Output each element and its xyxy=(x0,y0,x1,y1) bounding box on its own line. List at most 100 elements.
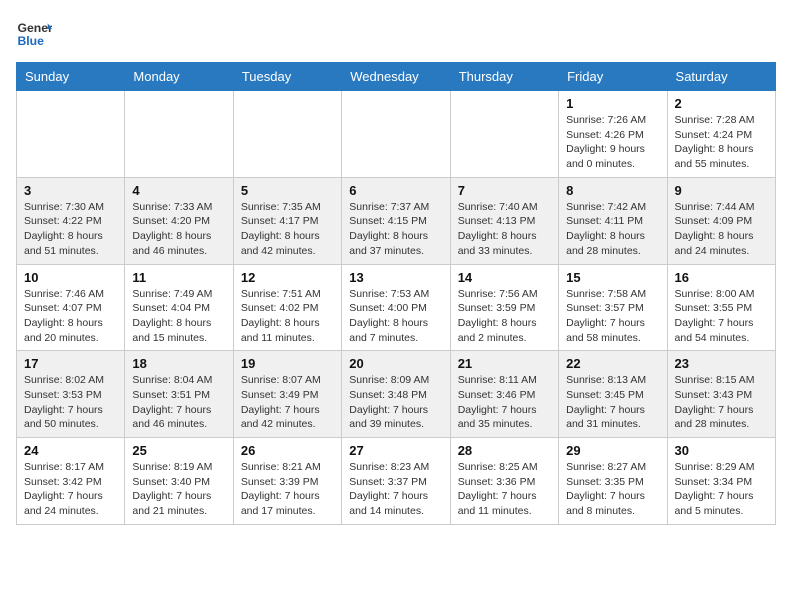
day-info: Sunrise: 7:33 AM Sunset: 4:20 PM Dayligh… xyxy=(132,200,225,259)
day-info: Sunrise: 7:30 AM Sunset: 4:22 PM Dayligh… xyxy=(24,200,117,259)
svg-text:Blue: Blue xyxy=(17,34,44,48)
day-number: 17 xyxy=(24,356,117,371)
calendar-cell xyxy=(17,91,125,178)
calendar-cell: 17 Sunrise: 8:02 AM Sunset: 3:53 PM Dayli… xyxy=(17,351,125,438)
day-number: 21 xyxy=(458,356,551,371)
day-info: Sunrise: 8:19 AM Sunset: 3:40 PM Dayligh… xyxy=(132,460,225,519)
day-number: 15 xyxy=(566,270,659,285)
day-number: 29 xyxy=(566,443,659,458)
day-number: 6 xyxy=(349,183,442,198)
day-number: 5 xyxy=(241,183,334,198)
day-number: 28 xyxy=(458,443,551,458)
calendar-cell xyxy=(342,91,450,178)
day-number: 12 xyxy=(241,270,334,285)
week-row-2: 3 Sunrise: 7:30 AM Sunset: 4:22 PM Daylig… xyxy=(17,177,776,264)
day-info: Sunrise: 8:17 AM Sunset: 3:42 PM Dayligh… xyxy=(24,460,117,519)
day-number: 20 xyxy=(349,356,442,371)
calendar-cell: 11Sunrise: 7:49 AM Sunset: 4:04 PM Dayli… xyxy=(125,264,233,351)
calendar-cell: 16 Sunrise: 8:00 AM Sunset: 3:55 PM Dayli… xyxy=(667,264,775,351)
day-info: Sunrise: 7:28 AM Sunset: 4:24 PM Dayligh… xyxy=(675,113,768,172)
day-number: 23 xyxy=(675,356,768,371)
weekday-header-saturday: Saturday xyxy=(667,63,775,91)
calendar-cell: 29Sunrise: 8:27 AM Sunset: 3:35 PM Dayli… xyxy=(559,438,667,525)
calendar-cell: 25 Sunrise: 8:19 AM Sunset: 3:40 PM Dayli… xyxy=(125,438,233,525)
calendar-cell: 3 Sunrise: 7:30 AM Sunset: 4:22 PM Daylig… xyxy=(17,177,125,264)
calendar-cell: 12 Sunrise: 7:51 AM Sunset: 4:02 PM Dayli… xyxy=(233,264,341,351)
day-number: 22 xyxy=(566,356,659,371)
day-info: Sunrise: 8:02 AM Sunset: 3:53 PM Dayligh… xyxy=(24,373,117,432)
day-number: 9 xyxy=(675,183,768,198)
day-info: Sunrise: 7:51 AM Sunset: 4:02 PM Dayligh… xyxy=(241,287,334,346)
calendar-cell: 7Sunrise: 7:40 AM Sunset: 4:13 PM Daylig… xyxy=(450,177,558,264)
day-info: Sunrise: 8:21 AM Sunset: 3:39 PM Dayligh… xyxy=(241,460,334,519)
day-number: 10 xyxy=(24,270,117,285)
day-number: 4 xyxy=(132,183,225,198)
day-info: Sunrise: 7:56 AM Sunset: 3:59 PM Dayligh… xyxy=(458,287,551,346)
day-info: Sunrise: 8:04 AM Sunset: 3:51 PM Dayligh… xyxy=(132,373,225,432)
day-info: Sunrise: 7:42 AM Sunset: 4:11 PM Dayligh… xyxy=(566,200,659,259)
calendar-cell: 26 Sunrise: 8:21 AM Sunset: 3:39 PM Dayli… xyxy=(233,438,341,525)
week-row-4: 17 Sunrise: 8:02 AM Sunset: 3:53 PM Dayli… xyxy=(17,351,776,438)
day-info: Sunrise: 7:26 AM Sunset: 4:26 PM Dayligh… xyxy=(566,113,659,172)
day-number: 1 xyxy=(566,96,659,111)
calendar-cell xyxy=(233,91,341,178)
calendar-cell: 4 Sunrise: 7:33 AM Sunset: 4:20 PM Daylig… xyxy=(125,177,233,264)
weekday-header-thursday: Thursday xyxy=(450,63,558,91)
calendar-cell: 15Sunrise: 7:58 AM Sunset: 3:57 PM Dayli… xyxy=(559,264,667,351)
day-number: 24 xyxy=(24,443,117,458)
day-info: Sunrise: 8:15 AM Sunset: 3:43 PM Dayligh… xyxy=(675,373,768,432)
day-number: 8 xyxy=(566,183,659,198)
calendar-cell: 30 Sunrise: 8:29 AM Sunset: 3:34 PM Dayli… xyxy=(667,438,775,525)
day-info: Sunrise: 8:25 AM Sunset: 3:36 PM Dayligh… xyxy=(458,460,551,519)
calendar-cell: 10Sunrise: 7:46 AM Sunset: 4:07 PM Dayli… xyxy=(17,264,125,351)
weekday-header-sunday: Sunday xyxy=(17,63,125,91)
calendar-cell: 27 Sunrise: 8:23 AM Sunset: 3:37 PM Dayli… xyxy=(342,438,450,525)
calendar-cell: 21 Sunrise: 8:11 AM Sunset: 3:46 PM Dayli… xyxy=(450,351,558,438)
day-info: Sunrise: 8:29 AM Sunset: 3:34 PM Dayligh… xyxy=(675,460,768,519)
weekday-header-friday: Friday xyxy=(559,63,667,91)
weekday-header-wednesday: Wednesday xyxy=(342,63,450,91)
page-header: General Blue xyxy=(16,16,776,52)
weekday-header-row: SundayMondayTuesdayWednesdayThursdayFrid… xyxy=(17,63,776,91)
calendar-cell: 23 Sunrise: 8:15 AM Sunset: 3:43 PM Dayli… xyxy=(667,351,775,438)
day-info: Sunrise: 7:49 AM Sunset: 4:04 PM Dayligh… xyxy=(132,287,225,346)
week-row-3: 10Sunrise: 7:46 AM Sunset: 4:07 PM Dayli… xyxy=(17,264,776,351)
day-info: Sunrise: 8:13 AM Sunset: 3:45 PM Dayligh… xyxy=(566,373,659,432)
day-info: Sunrise: 8:09 AM Sunset: 3:48 PM Dayligh… xyxy=(349,373,442,432)
day-number: 27 xyxy=(349,443,442,458)
calendar-table: SundayMondayTuesdayWednesdayThursdayFrid… xyxy=(16,62,776,525)
day-info: Sunrise: 7:44 AM Sunset: 4:09 PM Dayligh… xyxy=(675,200,768,259)
day-number: 13 xyxy=(349,270,442,285)
weekday-header-tuesday: Tuesday xyxy=(233,63,341,91)
day-number: 14 xyxy=(458,270,551,285)
calendar-cell: 6 Sunrise: 7:37 AM Sunset: 4:15 PM Daylig… xyxy=(342,177,450,264)
day-info: Sunrise: 7:37 AM Sunset: 4:15 PM Dayligh… xyxy=(349,200,442,259)
day-number: 7 xyxy=(458,183,551,198)
calendar-cell: 14 Sunrise: 7:56 AM Sunset: 3:59 PM Dayli… xyxy=(450,264,558,351)
calendar-cell: 28 Sunrise: 8:25 AM Sunset: 3:36 PM Dayli… xyxy=(450,438,558,525)
day-info: Sunrise: 8:00 AM Sunset: 3:55 PM Dayligh… xyxy=(675,287,768,346)
day-number: 19 xyxy=(241,356,334,371)
calendar-cell: 1 Sunrise: 7:26 AM Sunset: 4:26 PM Daylig… xyxy=(559,91,667,178)
calendar-cell: 5 Sunrise: 7:35 AM Sunset: 4:17 PM Daylig… xyxy=(233,177,341,264)
day-info: Sunrise: 7:35 AM Sunset: 4:17 PM Dayligh… xyxy=(241,200,334,259)
calendar-cell xyxy=(125,91,233,178)
calendar-cell: 18 Sunrise: 8:04 AM Sunset: 3:51 PM Dayli… xyxy=(125,351,233,438)
calendar-cell xyxy=(450,91,558,178)
calendar-cell: 9 Sunrise: 7:44 AM Sunset: 4:09 PM Daylig… xyxy=(667,177,775,264)
day-number: 2 xyxy=(675,96,768,111)
svg-text:General: General xyxy=(17,21,52,35)
week-row-1: 1 Sunrise: 7:26 AM Sunset: 4:26 PM Daylig… xyxy=(17,91,776,178)
day-number: 16 xyxy=(675,270,768,285)
day-number: 30 xyxy=(675,443,768,458)
logo-icon: General Blue xyxy=(16,16,52,52)
day-info: Sunrise: 8:11 AM Sunset: 3:46 PM Dayligh… xyxy=(458,373,551,432)
day-number: 26 xyxy=(241,443,334,458)
day-number: 18 xyxy=(132,356,225,371)
day-info: Sunrise: 8:23 AM Sunset: 3:37 PM Dayligh… xyxy=(349,460,442,519)
day-number: 25 xyxy=(132,443,225,458)
calendar-cell: 8 Sunrise: 7:42 AM Sunset: 4:11 PM Daylig… xyxy=(559,177,667,264)
day-number: 3 xyxy=(24,183,117,198)
calendar-cell: 2 Sunrise: 7:28 AM Sunset: 4:24 PM Daylig… xyxy=(667,91,775,178)
calendar-cell: 20 Sunrise: 8:09 AM Sunset: 3:48 PM Dayli… xyxy=(342,351,450,438)
